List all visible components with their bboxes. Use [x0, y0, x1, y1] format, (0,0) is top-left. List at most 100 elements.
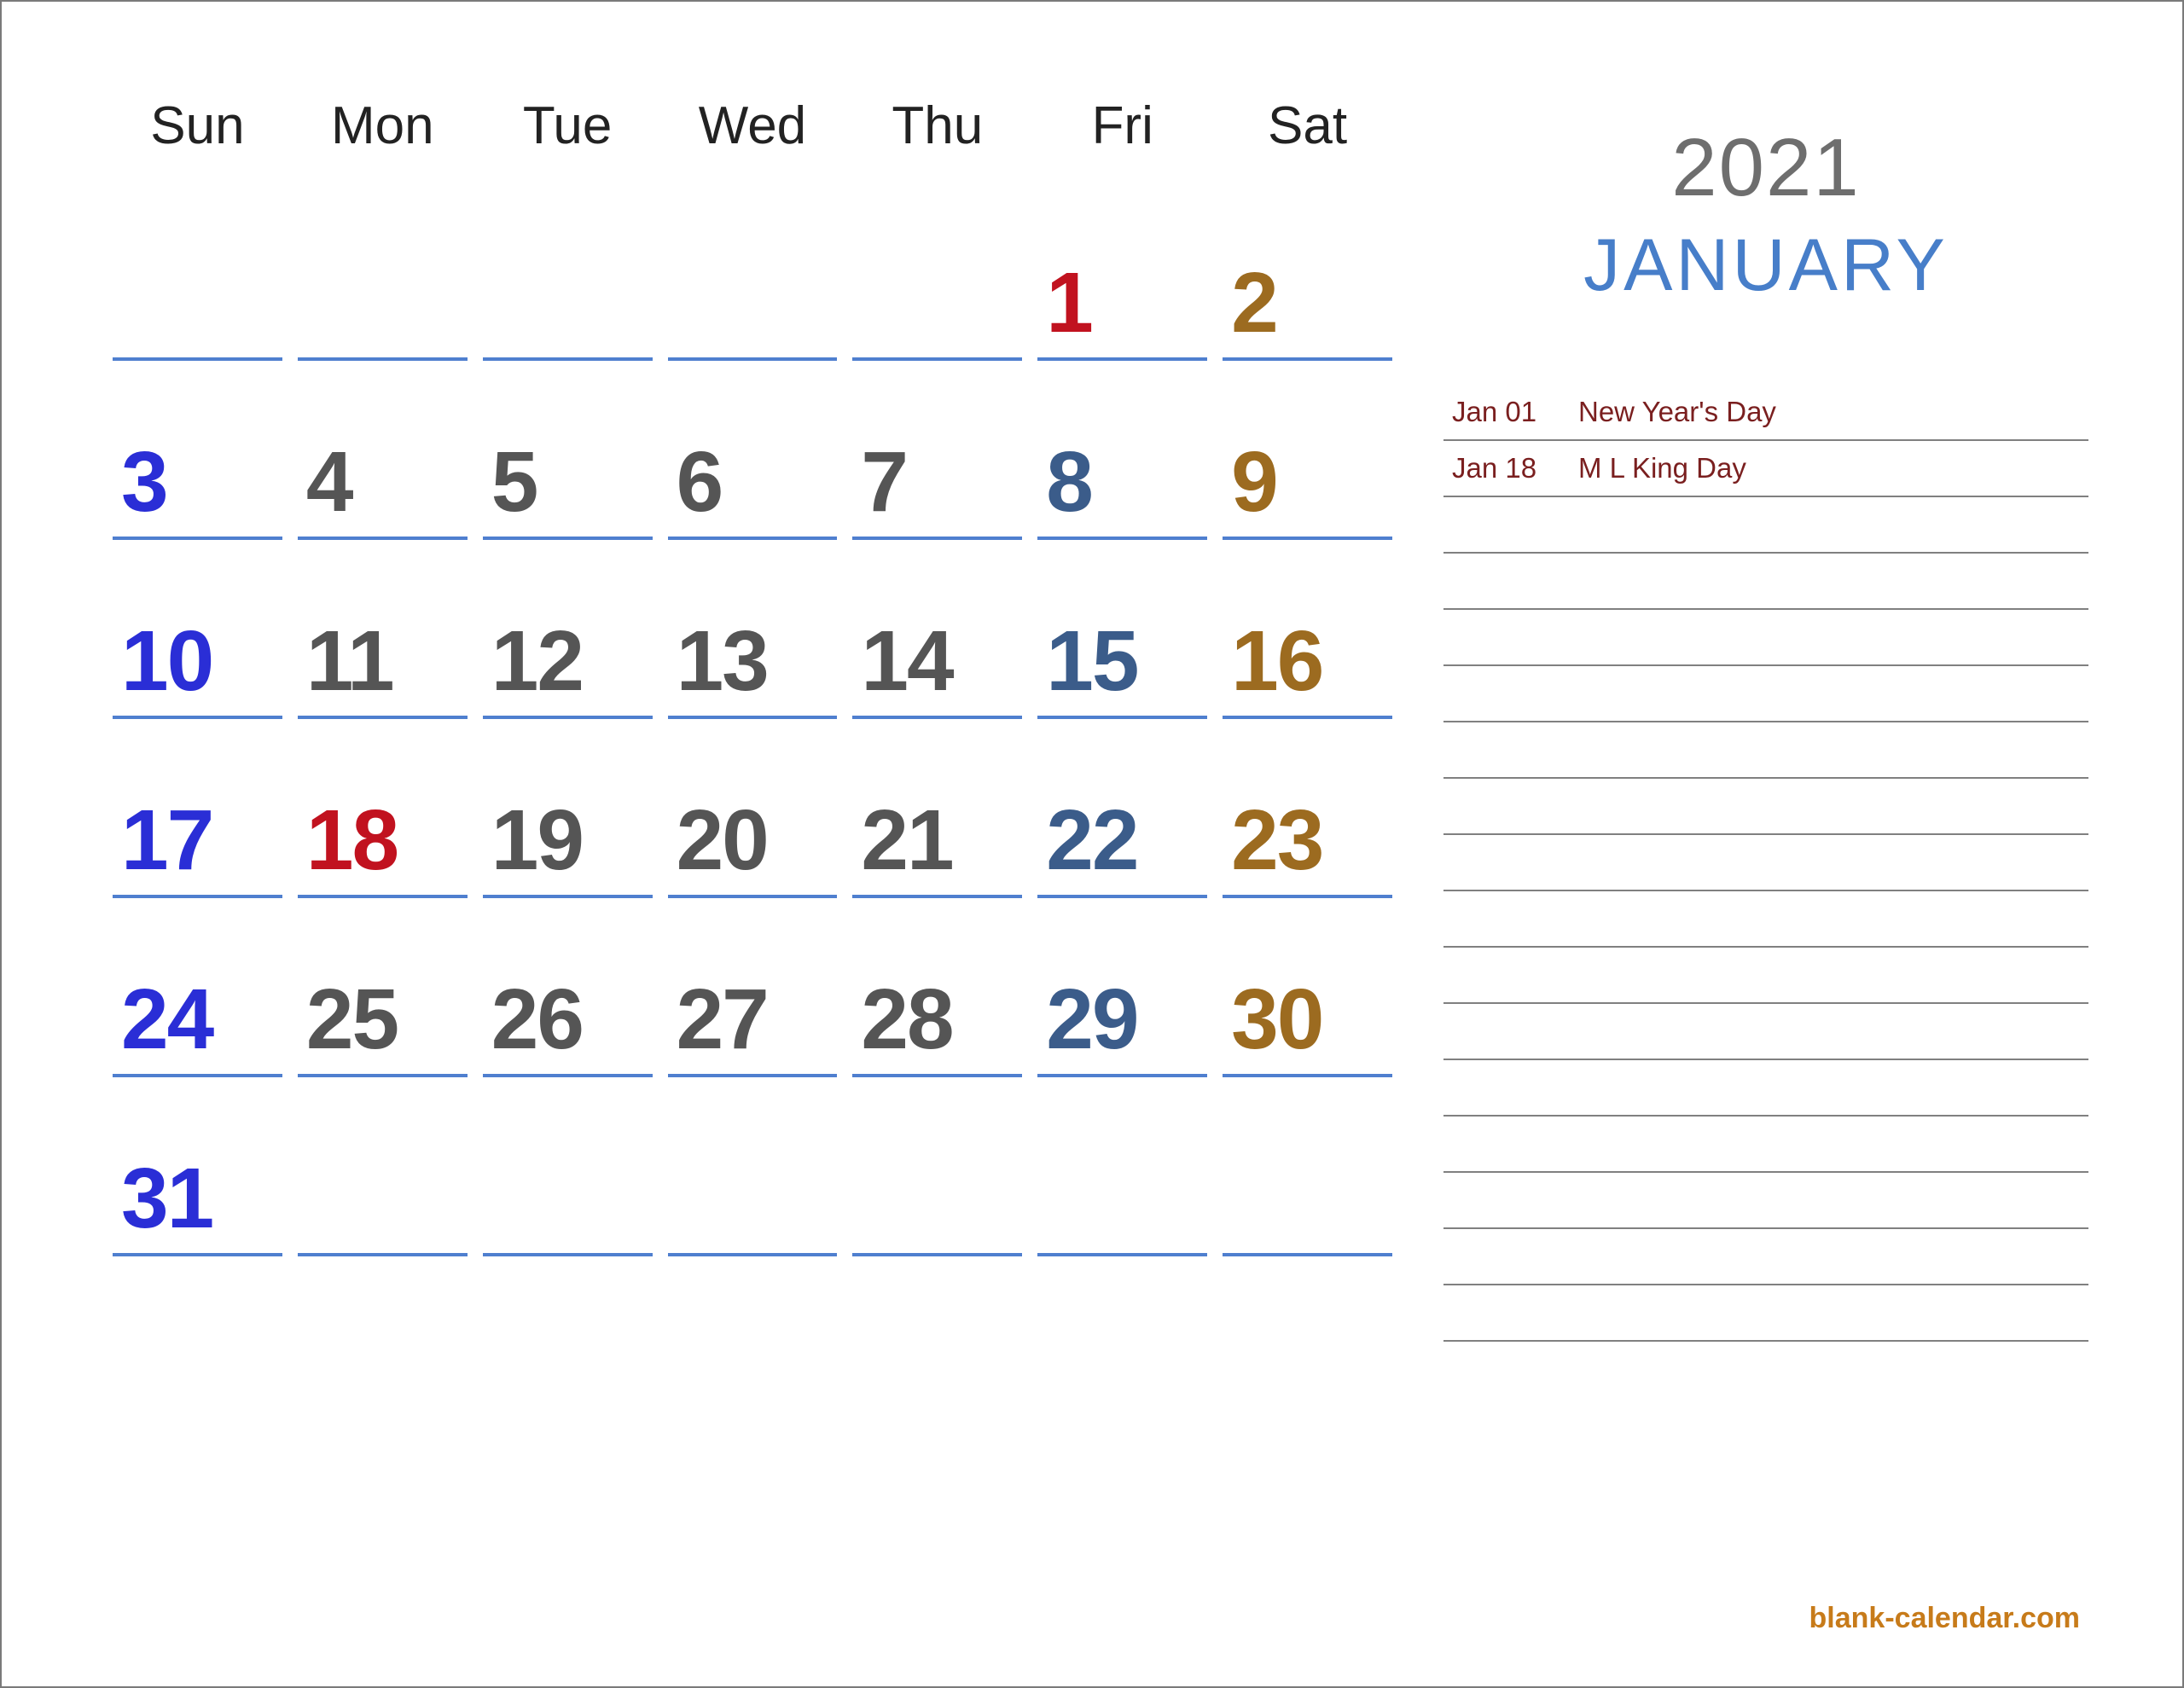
day-cell: 16 [1223, 540, 1392, 719]
day-cell: 1 [1037, 199, 1207, 361]
day-cell [852, 199, 1022, 361]
day-cell: 26 [483, 898, 653, 1077]
note-line [1443, 891, 2088, 948]
holiday-date: Jan 18 [1452, 452, 1554, 484]
holiday-row: Jan 01 New Year's Day [1443, 385, 2088, 441]
day-number: 10 [121, 618, 212, 704]
day-number: 29 [1046, 977, 1137, 1062]
day-cell [1037, 1077, 1207, 1256]
day-number: 25 [306, 977, 398, 1062]
day-number: 23 [1231, 798, 1322, 883]
week-row: 24 25 26 27 28 29 30 [113, 898, 1392, 1077]
layout-row: SunMonTueWedThuFriSat 123456789101112131… [113, 87, 2088, 1627]
day-number: 2 [1231, 260, 1277, 345]
day-number: 13 [677, 618, 768, 704]
dow-sat: Sat [1223, 87, 1392, 182]
day-cell: 4 [298, 361, 468, 540]
week-row: 10 11 12 13 14 15 16 [113, 540, 1392, 719]
week-row: 3456789 [113, 361, 1392, 540]
note-line [1443, 497, 2088, 554]
day-cell [668, 199, 838, 361]
holiday-row: Jan 18 M L King Day [1443, 441, 2088, 497]
day-cell: 21 [852, 719, 1022, 898]
note-lines [1443, 497, 2088, 1342]
calendar-sheet: SunMonTueWedThuFriSat 123456789101112131… [0, 0, 2184, 1688]
month-title: JANUARY [1443, 223, 2088, 308]
day-cell: 17 [113, 719, 282, 898]
note-line [1443, 948, 2088, 1004]
day-number: 31 [121, 1156, 212, 1241]
day-number: 6 [677, 439, 723, 525]
holiday-name: New Year's Day [1578, 396, 2088, 428]
day-number: 16 [1231, 618, 1322, 704]
dow-fri: Fri [1037, 87, 1207, 182]
note-line [1443, 666, 2088, 722]
day-cell: 25 [298, 898, 468, 1077]
day-number: 21 [861, 798, 952, 883]
day-number: 7 [861, 439, 907, 525]
day-cell: 22 [1037, 719, 1207, 898]
day-number: 30 [1231, 977, 1322, 1062]
day-cell: 12 [483, 540, 653, 719]
day-number: 27 [677, 977, 768, 1062]
day-number: 11 [306, 618, 393, 704]
day-cell: 27 [668, 898, 838, 1077]
day-cell: 14 [852, 540, 1022, 719]
day-number: 5 [491, 439, 537, 525]
note-line [1443, 835, 2088, 891]
note-line [1443, 1285, 2088, 1342]
holiday-date: Jan 01 [1452, 396, 1554, 428]
week-row: 12 [113, 199, 1392, 361]
holiday-name: M L King Day [1578, 452, 2088, 484]
day-cell: 5 [483, 361, 653, 540]
note-line [1443, 1229, 2088, 1285]
day-number: 20 [677, 798, 768, 883]
note-line [1443, 610, 2088, 666]
day-cell [668, 1077, 838, 1256]
day-number: 15 [1046, 618, 1137, 704]
note-line [1443, 722, 2088, 779]
day-cell: 28 [852, 898, 1022, 1077]
day-cell: 24 [113, 898, 282, 1077]
day-cell [113, 199, 282, 361]
day-cell [298, 199, 468, 361]
dow-header-row: SunMonTueWedThuFriSat [113, 87, 1392, 182]
week-row: 31 [113, 1077, 1392, 1256]
day-cell: 2 [1223, 199, 1392, 361]
day-number: 14 [861, 618, 952, 704]
day-cell: 15 [1037, 540, 1207, 719]
year-title: 2021 [1443, 121, 2088, 215]
day-cell: 13 [668, 540, 838, 719]
note-line [1443, 554, 2088, 610]
day-cell [852, 1077, 1022, 1256]
day-cell: 6 [668, 361, 838, 540]
day-cell [483, 199, 653, 361]
day-cell: 10 [113, 540, 282, 719]
day-cell: 20 [668, 719, 838, 898]
day-number: 26 [491, 977, 583, 1062]
day-number: 28 [861, 977, 952, 1062]
day-cell [298, 1077, 468, 1256]
day-cell: 23 [1223, 719, 1392, 898]
day-cell: 29 [1037, 898, 1207, 1077]
day-number: 4 [306, 439, 352, 525]
dow-wed: Wed [668, 87, 838, 182]
day-cell: 18 [298, 719, 468, 898]
footer-credit: blank-calendar.com [1809, 1602, 2080, 1635]
day-number: 17 [121, 798, 212, 883]
side-panel: 2021 JANUARY Jan 01 New Year's Day Jan 18 M… [1443, 87, 2088, 1627]
dow-sun: Sun [113, 87, 282, 182]
day-cell: 31 [113, 1077, 282, 1256]
holidays-list: Jan 01 New Year's Day Jan 18 M L King Day [1443, 385, 2088, 497]
day-number: 19 [491, 798, 583, 883]
day-number: 1 [1046, 260, 1092, 345]
dow-tue: Tue [483, 87, 653, 182]
week-row: 17 18 19 20 21 22 23 [113, 719, 1392, 898]
day-cell: 30 [1223, 898, 1392, 1077]
day-cell [483, 1077, 653, 1256]
day-cell [1223, 1077, 1392, 1256]
dow-mon: Mon [298, 87, 468, 182]
day-cell: 9 [1223, 361, 1392, 540]
calendar-grid: SunMonTueWedThuFriSat 123456789101112131… [113, 87, 1392, 1627]
day-cell: 7 [852, 361, 1022, 540]
